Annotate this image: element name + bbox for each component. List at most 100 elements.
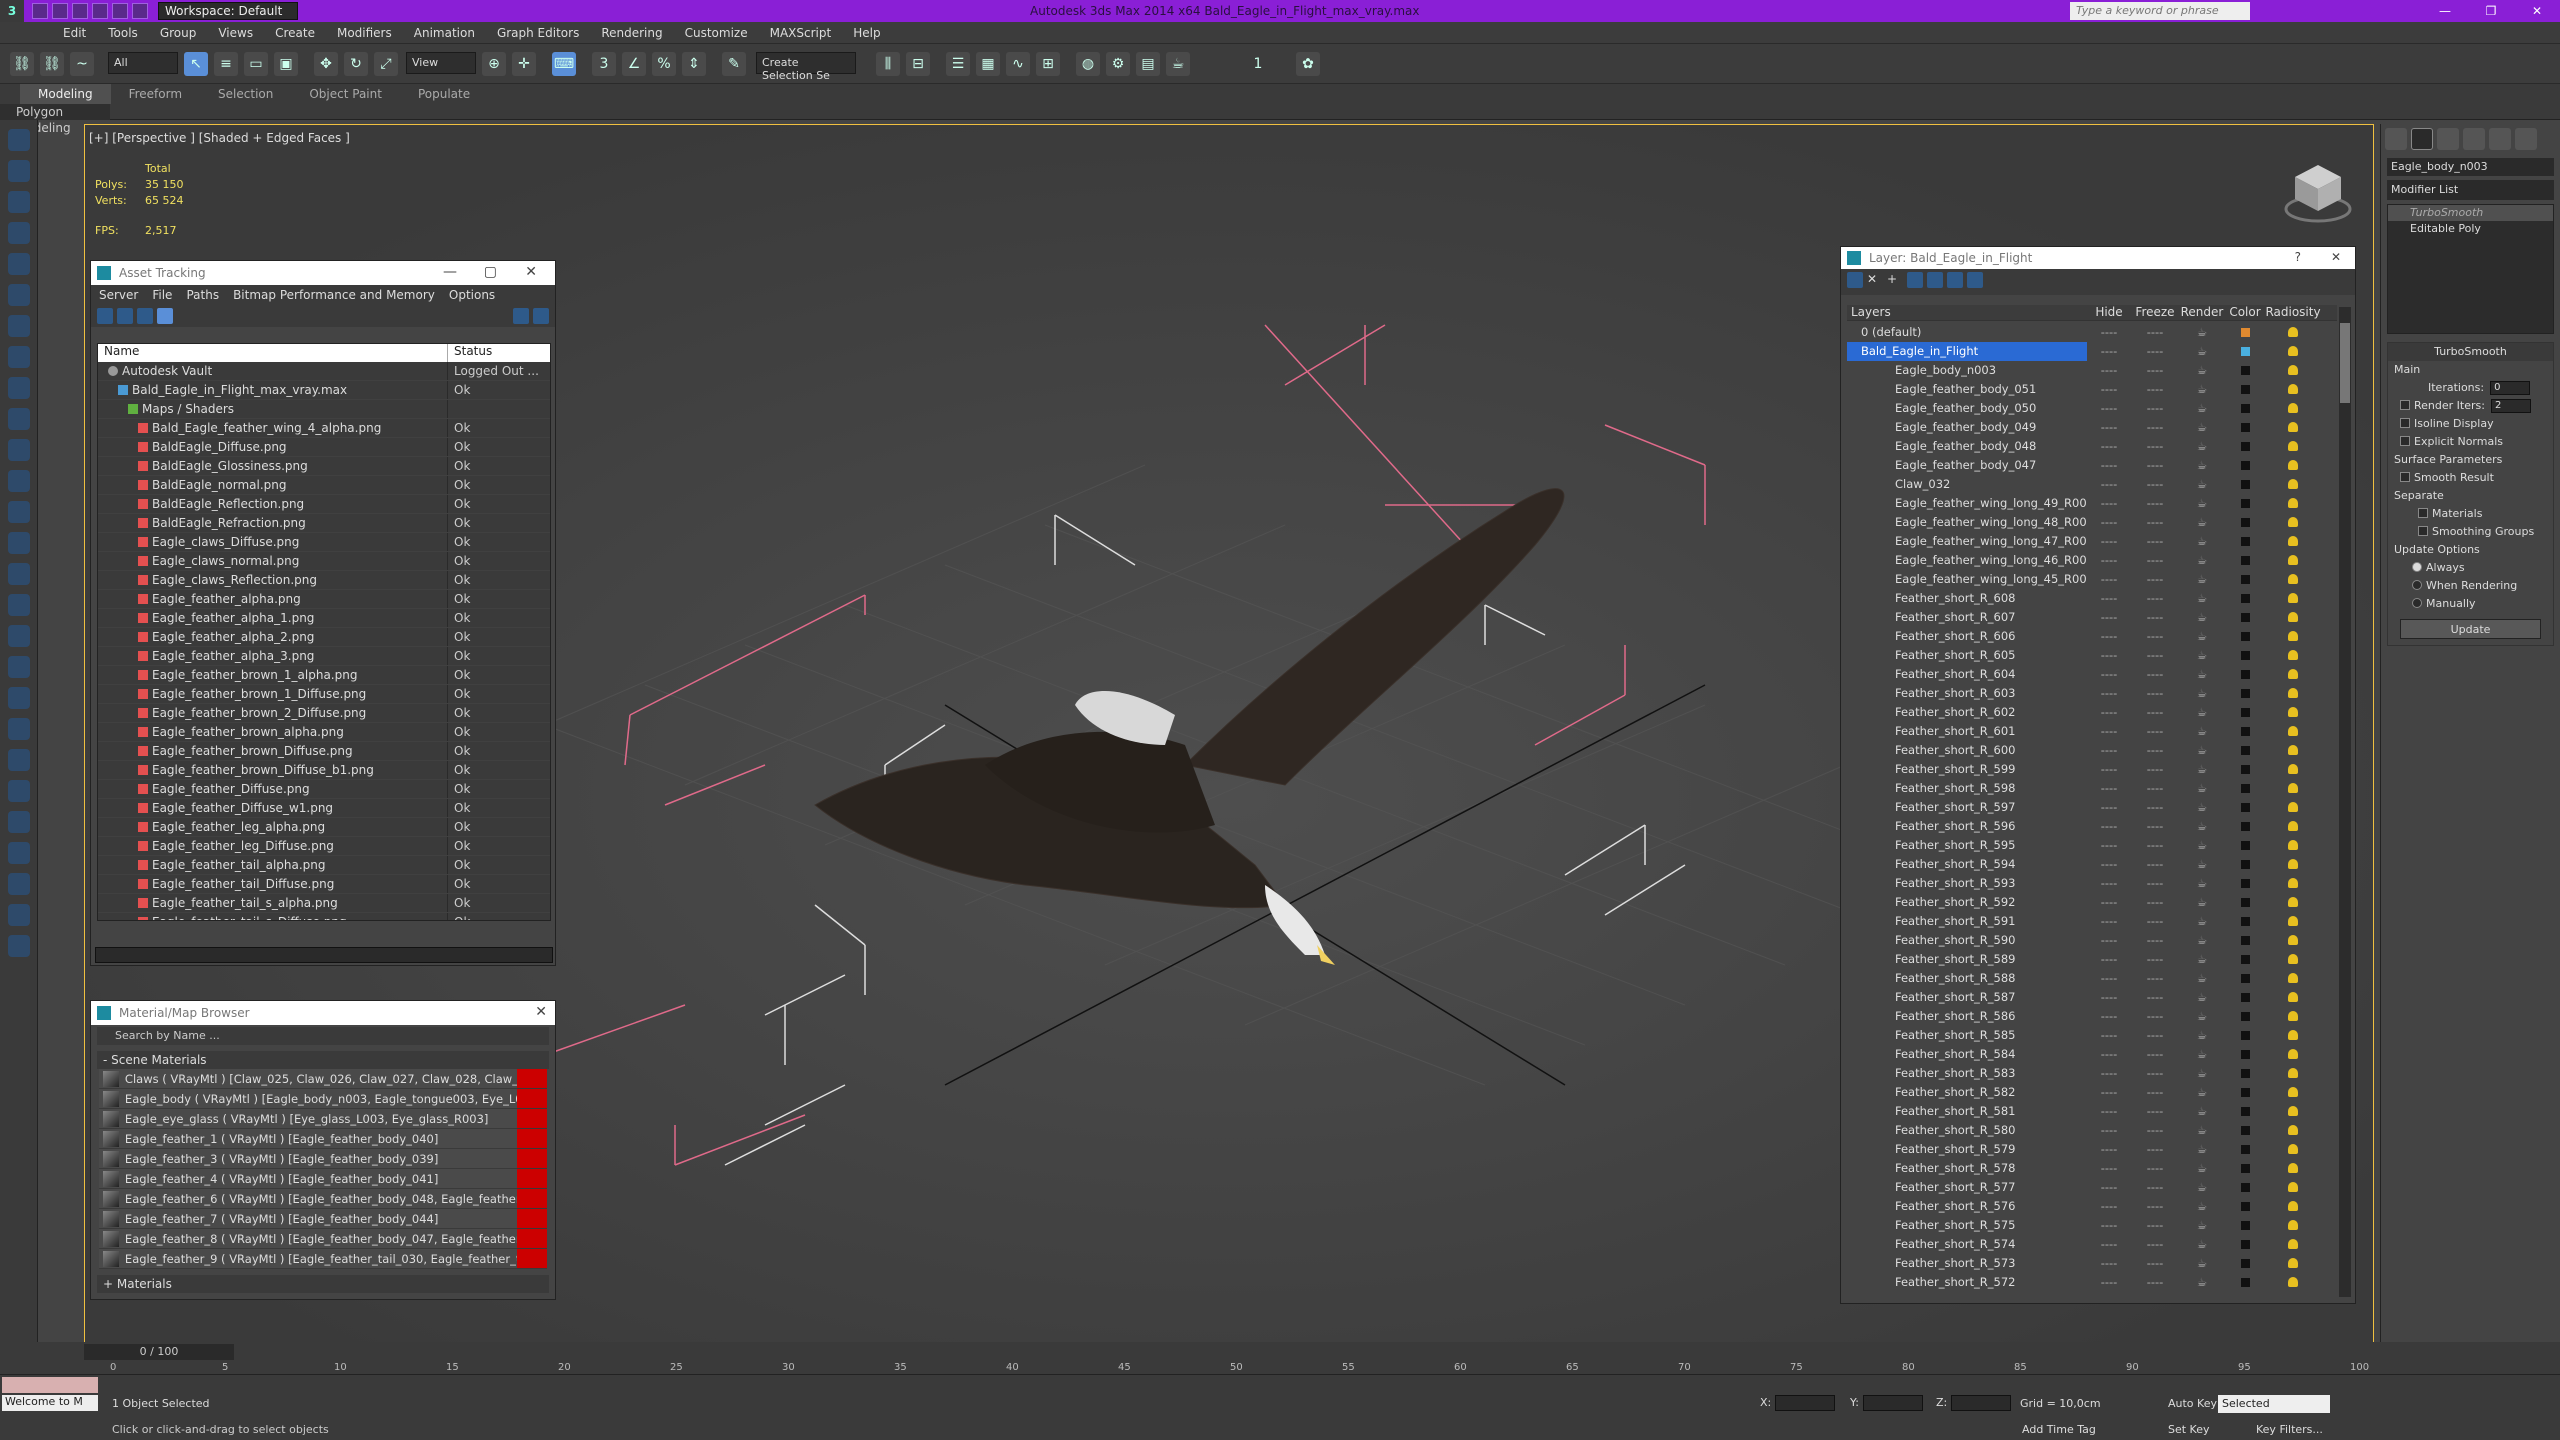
radiosity-cell[interactable]	[2265, 323, 2321, 342]
layer-row[interactable]: Eagle_feather_body_050 ---- ---- ☕	[1847, 399, 2337, 418]
layer-row[interactable]: Feather_short_R_580 ---- ---- ☕	[1847, 1121, 2337, 1140]
layer-color-cell[interactable]	[2225, 988, 2265, 1007]
layer-row[interactable]: Feather_short_R_586 ---- ---- ☕	[1847, 1007, 2337, 1026]
layer-row[interactable]: Feather_short_R_578 ---- ---- ☕	[1847, 1159, 2337, 1178]
table-row[interactable]: Eagle_feather_tail_Diffuse.png Ok	[98, 875, 550, 894]
layer-row[interactable]: Feather_short_R_592 ---- ---- ☕	[1847, 893, 2337, 912]
layer-color-cell[interactable]	[2225, 475, 2265, 494]
layer-color-cell[interactable]	[2225, 931, 2265, 950]
layer-row[interactable]: Feather_short_R_583 ---- ---- ☕	[1847, 1064, 2337, 1083]
radiosity-cell[interactable]	[2265, 551, 2321, 570]
render-toggle-icon[interactable]: ☕	[2179, 1216, 2225, 1235]
radiosity-icon[interactable]	[2288, 498, 2298, 508]
radiosity-icon[interactable]	[2288, 954, 2298, 964]
hide-toggle[interactable]: ----	[2087, 893, 2131, 912]
radiosity-icon[interactable]	[2288, 935, 2298, 945]
column-color[interactable]: Color	[2225, 305, 2265, 320]
freeze-toggle[interactable]: ----	[2131, 627, 2179, 646]
radiosity-icon[interactable]	[2288, 726, 2298, 736]
layer-row[interactable]: Eagle_feather_wing_long_47_R007 ---- ---- ☕	[1847, 532, 2337, 551]
key-filters-button[interactable]: Key Filters...	[2256, 1423, 2323, 1436]
radiosity-icon[interactable]	[2288, 1201, 2298, 1211]
hierarchy-tab-icon[interactable]	[2437, 128, 2459, 150]
column-radiosity[interactable]: Radiosity	[2265, 305, 2321, 320]
freeze-toggle[interactable]: ----	[2131, 798, 2179, 817]
radiosity-cell[interactable]	[2265, 589, 2321, 608]
freeze-toggle[interactable]: ----	[2131, 760, 2179, 779]
table-row[interactable]: Eagle_feather_brown_alpha.png Ok	[98, 723, 550, 742]
layer-color-swatch[interactable]	[2240, 556, 2250, 565]
asset-menu-file[interactable]: File	[152, 288, 172, 302]
hide-toggle[interactable]: ----	[2087, 342, 2131, 361]
layer-color-swatch[interactable]	[2240, 423, 2250, 432]
layer-color-swatch[interactable]	[2240, 632, 2250, 641]
render-toggle-icon[interactable]: ☕	[2179, 456, 2225, 475]
radiosity-icon[interactable]	[2288, 1144, 2298, 1154]
bind-space-warp-icon[interactable]: ~	[70, 52, 94, 76]
render-toggle-icon[interactable]: ☕	[2179, 703, 2225, 722]
layer-color-cell[interactable]	[2225, 779, 2265, 798]
menu-views[interactable]: Views	[207, 26, 264, 40]
layer-color-cell[interactable]	[2225, 1216, 2265, 1235]
hide-toggle[interactable]: ----	[2087, 1178, 2131, 1197]
render-toggle-icon[interactable]: ☕	[2179, 760, 2225, 779]
save-file-icon[interactable]	[72, 3, 88, 19]
layer-color-cell[interactable]	[2225, 551, 2265, 570]
radiosity-cell[interactable]	[2265, 608, 2321, 627]
radiosity-icon[interactable]	[2288, 897, 2298, 907]
radiosity-icon[interactable]	[2288, 1220, 2298, 1230]
layer-color-cell[interactable]	[2225, 1007, 2265, 1026]
radiosity-icon[interactable]	[2288, 403, 2298, 413]
radiosity-icon[interactable]	[2288, 688, 2298, 698]
radiosity-cell[interactable]	[2265, 1026, 2321, 1045]
table-row[interactable]: Eagle_feather_Diffuse.png Ok	[98, 780, 550, 799]
layer-row[interactable]: Feather_short_R_596 ---- ---- ☕	[1847, 817, 2337, 836]
tool-icon[interactable]	[8, 780, 30, 802]
refresh-icon[interactable]	[97, 308, 113, 324]
unlink-icon[interactable]: ⛓	[40, 52, 64, 76]
render-toggle-icon[interactable]: ☕	[2179, 437, 2225, 456]
materials-checkbox[interactable]	[2418, 508, 2428, 518]
material-item[interactable]: Eagle_feather_3 ( VRayMtl ) [Eagle_feath…	[99, 1149, 547, 1169]
maxscript-mini-listener[interactable]: Welcome to M	[2, 1395, 98, 1411]
layer-color-cell[interactable]	[2225, 532, 2265, 551]
radiosity-cell[interactable]	[2265, 684, 2321, 703]
layer-color-cell[interactable]	[2225, 855, 2265, 874]
explicit-normals-checkbox[interactable]	[2400, 436, 2410, 446]
render-toggle-icon[interactable]: ☕	[2179, 1140, 2225, 1159]
radiosity-icon[interactable]	[2288, 1087, 2298, 1097]
smooth-result-checkbox[interactable]	[2400, 472, 2410, 482]
angle-snap-icon[interactable]: ∠	[622, 52, 646, 76]
hide-toggle[interactable]: ----	[2087, 760, 2131, 779]
render-toggle-icon[interactable]: ☕	[2179, 988, 2225, 1007]
radiosity-cell[interactable]	[2265, 1159, 2321, 1178]
maxscript-listener-mini[interactable]	[2, 1377, 98, 1393]
layer-color-swatch[interactable]	[2240, 708, 2250, 717]
radiosity-cell[interactable]	[2265, 893, 2321, 912]
menu-customize[interactable]: Customize	[674, 26, 759, 40]
layer-color-swatch[interactable]	[2240, 1012, 2250, 1021]
freeze-toggle[interactable]: ----	[2131, 456, 2179, 475]
move-icon[interactable]: ✥	[314, 52, 338, 76]
freeze-toggle[interactable]: ----	[2131, 912, 2179, 931]
material-item[interactable]: Eagle_body ( VRayMtl ) [Eagle_body_n003,…	[99, 1089, 547, 1109]
hide-toggle[interactable]: ----	[2087, 741, 2131, 760]
column-name[interactable]: Name	[98, 344, 448, 362]
modifier-editable-poly[interactable]: Editable Poly	[2388, 221, 2553, 237]
render-toggle-icon[interactable]: ☕	[2179, 741, 2225, 760]
freeze-toggle[interactable]: ----	[2131, 1197, 2179, 1216]
table-row[interactable]: Eagle_claws_Diffuse.png Ok	[98, 533, 550, 552]
freeze-toggle[interactable]: ----	[2131, 1140, 2179, 1159]
layer-row[interactable]: Feather_short_R_597 ---- ---- ☕	[1847, 798, 2337, 817]
radiosity-cell[interactable]	[2265, 988, 2321, 1007]
project-folder-icon[interactable]	[132, 3, 148, 19]
table-row[interactable]: Eagle_claws_Reflection.png Ok	[98, 571, 550, 590]
table-row[interactable]: Eagle_feather_tail_alpha.png Ok	[98, 856, 550, 875]
render-toggle-icon[interactable]: ☕	[2179, 836, 2225, 855]
freeze-toggle[interactable]: ----	[2131, 323, 2179, 342]
update-button[interactable]: Update	[2400, 619, 2541, 639]
layer-row[interactable]: Feather_short_R_593 ---- ---- ☕	[1847, 874, 2337, 893]
layer-row[interactable]: Feather_short_R_601 ---- ---- ☕	[1847, 722, 2337, 741]
freeze-toggle[interactable]: ----	[2131, 722, 2179, 741]
render-toggle-icon[interactable]: ☕	[2179, 1102, 2225, 1121]
